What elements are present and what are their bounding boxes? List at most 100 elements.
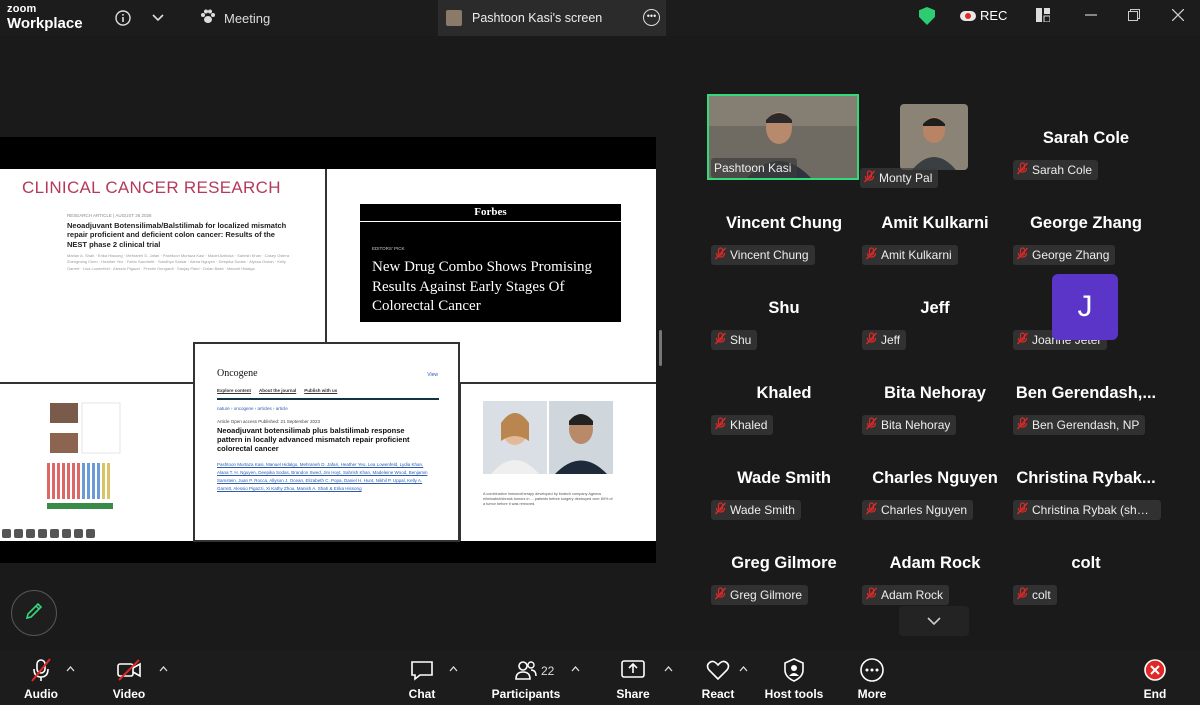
participant-tile[interactable]: Adam Rock Adam Rock bbox=[860, 521, 1010, 605]
pencil-icon bbox=[24, 601, 44, 626]
more-label: More bbox=[857, 687, 887, 701]
tool-icon[interactable] bbox=[26, 529, 35, 538]
oncogene-nav-item: Publish with us bbox=[304, 388, 338, 393]
security-shield-icon[interactable] bbox=[919, 7, 935, 25]
audio-button[interactable]: Audio bbox=[22, 650, 60, 705]
tool-icon[interactable] bbox=[14, 529, 23, 538]
participant-tile[interactable]: Wade Smith Wade Smith bbox=[709, 436, 859, 520]
brand-top: zoom bbox=[7, 3, 37, 15]
annotate-button[interactable] bbox=[11, 590, 57, 636]
end-meeting-button[interactable]: End bbox=[1140, 650, 1170, 705]
participant-tile[interactable]: Ben Gerendash,... Ben Gerendash, NP bbox=[1011, 351, 1161, 435]
participant-display-name: Bita Nehoray bbox=[884, 384, 986, 402]
participant-tile[interactable]: Vincent Chung Vincent Chung bbox=[709, 181, 859, 265]
participants-label: Participants bbox=[491, 687, 561, 701]
participant-nameplate: Vincent Chung bbox=[711, 245, 815, 265]
participant-tile[interactable]: Pashtoon Kasi bbox=[707, 94, 859, 180]
meeting-label: Meeting bbox=[224, 10, 271, 26]
participant-name-label: George Zhang bbox=[1032, 248, 1110, 262]
participant-tile[interactable]: colt colt bbox=[1011, 521, 1161, 605]
split-drag-handle[interactable] bbox=[659, 330, 662, 366]
forbes-article: Forbes EDITORS' PICK New Drug Combo Show… bbox=[360, 204, 621, 322]
restore-icon[interactable] bbox=[1128, 8, 1140, 25]
participant-nameplate: Greg Gilmore bbox=[711, 585, 809, 605]
participant-tile[interactable]: George Zhang George Zhang bbox=[1011, 181, 1161, 265]
more-button[interactable]: More bbox=[855, 650, 889, 705]
oncogene-logo: Oncogene bbox=[217, 368, 258, 379]
info-icon[interactable] bbox=[112, 7, 134, 29]
participant-tile[interactable]: Khaled Khaled bbox=[709, 351, 859, 435]
chat-options-caret[interactable] bbox=[449, 664, 458, 674]
participant-name-label: Ben Gerendash, NP bbox=[1032, 418, 1140, 432]
tool-icon[interactable] bbox=[74, 529, 83, 538]
participant-tile[interactable]: Sarah Cole Sarah Cole bbox=[1011, 96, 1161, 180]
video-label: Video bbox=[112, 687, 146, 701]
participant-tile[interactable]: Amit Kulkarni Amit Kulkarni bbox=[860, 181, 1010, 265]
meeting-tab[interactable]: Meeting bbox=[200, 9, 270, 27]
shared-screen[interactable]: CLINICAL CANCER RESEARCH RESEARCH ARTICL… bbox=[0, 137, 656, 563]
participants-icon bbox=[513, 657, 539, 683]
tool-icon[interactable] bbox=[38, 529, 47, 538]
participant-display-name: Wade Smith bbox=[737, 469, 831, 487]
chat-button[interactable]: Chat bbox=[405, 650, 439, 705]
share-button[interactable]: Share bbox=[615, 650, 651, 705]
chevron-down-icon[interactable] bbox=[147, 7, 169, 29]
muted-mic-icon bbox=[865, 247, 878, 263]
minimize-icon[interactable] bbox=[1085, 8, 1097, 25]
recording-indicator[interactable]: REC bbox=[960, 8, 1007, 23]
slide-divider bbox=[0, 382, 195, 384]
participant-nameplate: Amit Kulkarni bbox=[862, 245, 958, 265]
slide-toolstrip[interactable] bbox=[2, 529, 95, 538]
more-icon bbox=[859, 657, 885, 683]
host-tools-label: Host tools bbox=[764, 687, 824, 701]
audio-options-caret[interactable] bbox=[66, 664, 75, 674]
share-options-caret[interactable] bbox=[664, 664, 673, 674]
participant-display-name: Charles Nguyen bbox=[872, 469, 998, 487]
tool-icon[interactable] bbox=[62, 529, 71, 538]
more-options-icon[interactable]: ••• bbox=[643, 9, 660, 26]
end-icon bbox=[1142, 657, 1168, 683]
participant-tile[interactable]: Shu Shu bbox=[709, 266, 859, 350]
react-options-caret[interactable] bbox=[739, 664, 748, 674]
participant-name-label: Pashtoon Kasi bbox=[714, 161, 792, 175]
participant-nameplate: Khaled bbox=[711, 415, 774, 435]
participant-name-label: Shu bbox=[730, 333, 752, 347]
forbes-headline: New Drug Combo Shows Promising Results A… bbox=[372, 259, 593, 314]
view-layout-icon[interactable] bbox=[1036, 8, 1051, 26]
participant-nameplate: George Zhang bbox=[1013, 245, 1116, 265]
cloud-record-icon bbox=[960, 10, 976, 21]
video-off-icon bbox=[116, 657, 142, 683]
oncogene-nav-item: About the journal bbox=[259, 388, 297, 393]
chat-label: Chat bbox=[408, 687, 436, 701]
participants-options-caret[interactable] bbox=[571, 664, 580, 674]
participant-name-label: Jeff bbox=[881, 333, 901, 347]
muted-mic-icon bbox=[714, 247, 727, 263]
react-button[interactable]: React bbox=[700, 650, 736, 705]
forbes-editors-pick: EDITORS' PICK bbox=[372, 246, 405, 251]
video-options-caret[interactable] bbox=[159, 664, 168, 674]
end-label: End bbox=[1143, 687, 1167, 701]
audio-label: Audio bbox=[24, 687, 58, 701]
ccr-kicker: RESEARCH ARTICLE | AUGUST 26 2026 bbox=[67, 213, 152, 218]
participant-display-name: Sarah Cole bbox=[1042, 129, 1130, 147]
host-tools-button[interactable]: Host tools bbox=[763, 650, 825, 705]
screen-share-tab[interactable]: Pashtoon Kasi's screen ••• bbox=[438, 0, 666, 36]
participant-tile[interactable]: Greg Gilmore Greg Gilmore bbox=[709, 521, 859, 605]
ccr-authors: Marian A. Shah · Erika Hissong · Mehrare… bbox=[67, 253, 292, 271]
close-icon[interactable] bbox=[1171, 8, 1185, 25]
participant-display-name: colt bbox=[1071, 554, 1101, 572]
participant-tile[interactable]: Jeff Jeff bbox=[860, 266, 1010, 350]
participant-nameplate: Wade Smith bbox=[711, 500, 801, 520]
participant-tile[interactable]: Christina Rybak... Christina Rybak (she/h… bbox=[1011, 436, 1161, 520]
gallery-next-page-button[interactable] bbox=[899, 606, 969, 636]
muted-mic-icon bbox=[865, 417, 878, 433]
participant-tile[interactable]: Bita Nehoray Bita Nehoray bbox=[860, 351, 1010, 435]
tool-icon[interactable] bbox=[2, 529, 11, 538]
participant-display-name: Amit Kulkarni bbox=[881, 214, 989, 232]
tool-icon[interactable] bbox=[50, 529, 59, 538]
participant-tile[interactable]: Charles Nguyen Charles Nguyen bbox=[860, 436, 1010, 520]
researcher-photo-man bbox=[549, 401, 613, 474]
tool-icon[interactable] bbox=[86, 529, 95, 538]
researcher-photo-woman bbox=[483, 401, 547, 474]
video-button[interactable]: Video bbox=[110, 650, 148, 705]
